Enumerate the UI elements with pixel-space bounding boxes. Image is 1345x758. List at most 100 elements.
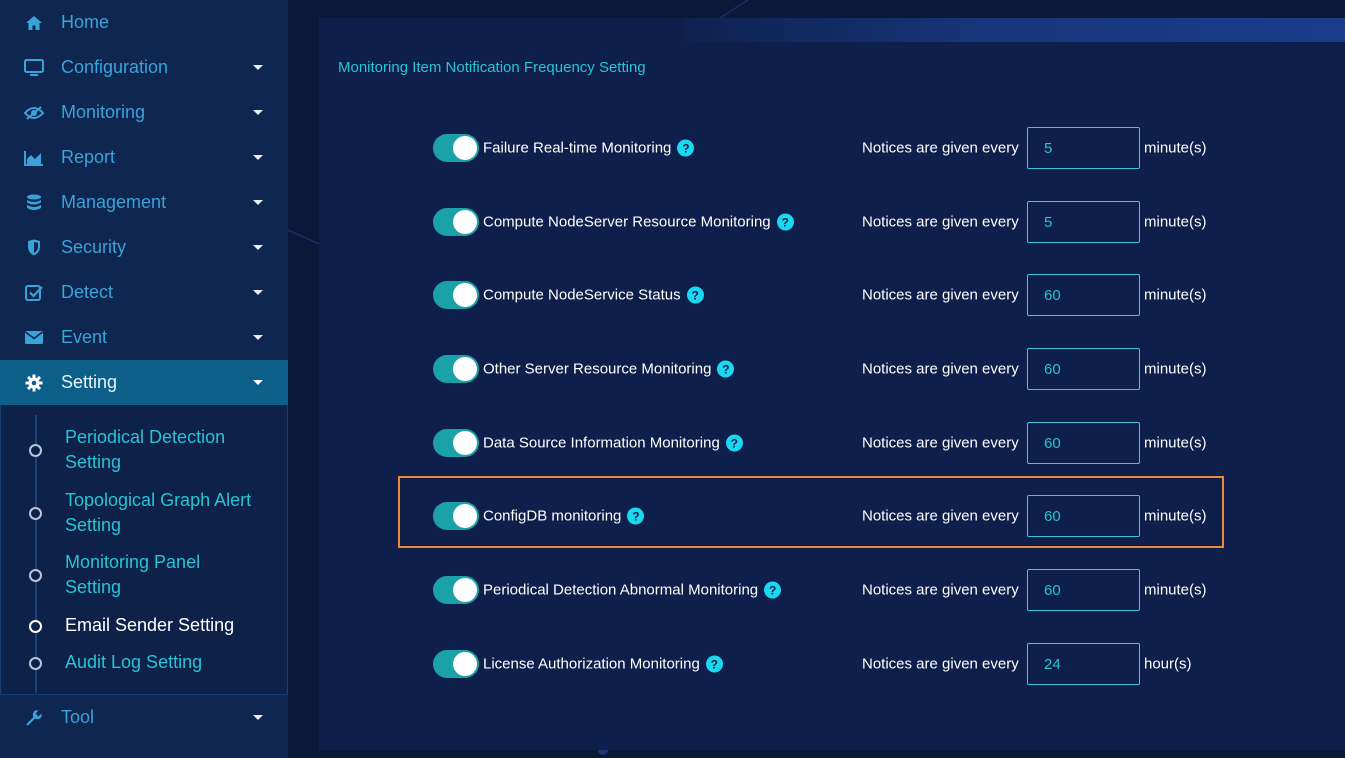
unit-label: minute(s) xyxy=(1144,360,1207,378)
unit-label: minute(s) xyxy=(1144,139,1207,157)
unit-label: minute(s) xyxy=(1144,286,1207,304)
nav-event-label: Event xyxy=(61,327,108,347)
toggle-knob xyxy=(453,431,477,455)
nav-detect-label: Detect xyxy=(61,282,114,302)
monitoring-row: Periodical Detection Abnormal Monitoring… xyxy=(288,569,1345,611)
submenu-topological-graph-alert-setting[interactable]: Topological Graph Alert Setting xyxy=(1,488,288,538)
monitor-icon xyxy=(24,58,44,78)
frequency-input[interactable] xyxy=(1027,201,1140,243)
setting-submenu: Periodical Detection Setting Topological… xyxy=(0,405,288,695)
help-icon[interactable]: ? xyxy=(627,507,645,525)
submenu-label-line1: Topological Graph Alert xyxy=(65,490,252,510)
toggle-knob xyxy=(453,578,477,602)
nav-management[interactable]: Management xyxy=(0,180,288,225)
notice-label: Notices are given every xyxy=(862,507,1019,525)
chevron-down-icon xyxy=(253,244,263,250)
submenu-periodical-detection-setting[interactable]: Periodical Detection Setting xyxy=(1,425,288,475)
submenu-label-line1: Periodical Detection xyxy=(65,427,226,447)
notice-label: Notices are given every xyxy=(862,434,1019,452)
nav-detect[interactable]: Detect xyxy=(0,270,288,315)
nav-configuration-label: Configuration xyxy=(61,57,169,77)
toggle-switch[interactable] xyxy=(433,576,479,604)
help-icon[interactable]: ? xyxy=(776,213,794,231)
unit-label: minute(s) xyxy=(1144,581,1207,599)
submenu-label: Email Sender Setting xyxy=(65,615,235,635)
chevron-down-icon xyxy=(253,379,263,385)
help-icon[interactable]: ? xyxy=(725,434,743,452)
nav-monitoring-label: Monitoring xyxy=(61,102,146,122)
help-icon[interactable]: ? xyxy=(717,360,735,378)
submenu-monitoring-panel-setting[interactable]: Monitoring Panel Setting xyxy=(1,550,288,600)
toggle-switch[interactable] xyxy=(433,502,479,530)
shield-icon xyxy=(24,238,44,258)
bullet-icon xyxy=(29,569,42,582)
unit-label: minute(s) xyxy=(1144,507,1207,525)
frequency-input[interactable] xyxy=(1027,348,1140,390)
nav-security-label: Security xyxy=(61,237,127,257)
submenu-label-line2: Setting xyxy=(65,452,122,472)
toggle-switch[interactable] xyxy=(433,281,479,309)
nav-event[interactable]: Event xyxy=(0,315,288,360)
toggle-knob xyxy=(453,136,477,160)
check-square-icon xyxy=(24,283,44,303)
toggle-knob xyxy=(453,357,477,381)
chevron-down-icon xyxy=(253,714,263,720)
toggle-switch[interactable] xyxy=(433,650,479,678)
chevron-down-icon xyxy=(253,289,263,295)
main-content: Monitoring Item Notification Frequency S… xyxy=(288,0,1345,758)
chevron-down-icon xyxy=(253,109,263,115)
frequency-input[interactable] xyxy=(1027,422,1140,464)
nav-tool[interactable]: Tool xyxy=(0,695,288,740)
submenu-audit-log-setting[interactable]: Audit Log Setting xyxy=(1,650,288,675)
notice-label: Notices are given every xyxy=(862,139,1019,157)
toggle-knob xyxy=(453,652,477,676)
help-icon[interactable]: ? xyxy=(686,286,704,304)
unit-label: minute(s) xyxy=(1144,213,1207,231)
toggle-switch[interactable] xyxy=(433,355,479,383)
chevron-down-icon xyxy=(253,154,263,160)
submenu-label: Audit Log Setting xyxy=(65,652,203,672)
chevron-down-icon xyxy=(253,64,263,70)
nav-setting[interactable]: Setting xyxy=(0,360,288,405)
submenu-label-line2: Setting xyxy=(65,515,122,535)
item-label: License Authorization Monitoring xyxy=(483,655,700,673)
frequency-input[interactable] xyxy=(1027,274,1140,316)
section-title: Monitoring Item Notification Frequency S… xyxy=(338,59,646,76)
frequency-input[interactable] xyxy=(1027,127,1140,169)
monitoring-row: Compute NodeServer Resource Monitoring ?… xyxy=(288,201,1345,243)
help-icon[interactable]: ? xyxy=(677,139,695,157)
unit-label: hour(s) xyxy=(1144,655,1192,673)
item-label: Compute NodeService Status xyxy=(483,286,681,304)
help-icon[interactable]: ? xyxy=(705,655,723,673)
nav-monitoring[interactable]: Monitoring xyxy=(0,90,288,135)
notice-label: Notices are given every xyxy=(862,286,1019,304)
nav-home[interactable]: Home xyxy=(0,0,288,45)
help-icon[interactable]: ? xyxy=(764,581,782,599)
wrench-icon xyxy=(24,708,44,728)
toggle-switch[interactable] xyxy=(433,134,479,162)
item-label: ConfigDB monitoring xyxy=(483,507,622,525)
bullet-icon xyxy=(29,619,42,633)
item-label: Data Source Information Monitoring xyxy=(483,434,720,452)
gear-icon xyxy=(24,373,44,393)
nav-configuration[interactable]: Configuration xyxy=(0,45,288,90)
notice-label: Notices are given every xyxy=(862,655,1019,673)
notice-label: Notices are given every xyxy=(862,581,1019,599)
toggle-switch[interactable] xyxy=(433,208,479,236)
eye-icon xyxy=(24,103,44,123)
chevron-down-icon xyxy=(253,334,263,340)
nav-security[interactable]: Security xyxy=(0,225,288,270)
frequency-input[interactable] xyxy=(1027,495,1140,537)
item-label: Periodical Detection Abnormal Monitoring xyxy=(483,581,759,599)
item-label: Failure Real-time Monitoring xyxy=(483,139,672,157)
home-icon xyxy=(24,13,44,33)
frequency-input[interactable] xyxy=(1027,569,1140,611)
nav-report[interactable]: Report xyxy=(0,135,288,180)
envelope-icon xyxy=(24,328,44,348)
toggle-knob xyxy=(453,283,477,307)
toggle-knob xyxy=(453,210,477,234)
frequency-input[interactable] xyxy=(1027,643,1140,685)
toggle-switch[interactable] xyxy=(433,429,479,457)
monitoring-row: Compute NodeService Status ? Notices are… xyxy=(288,274,1345,316)
submenu-email-sender-setting[interactable]: Email Sender Setting xyxy=(1,613,288,638)
